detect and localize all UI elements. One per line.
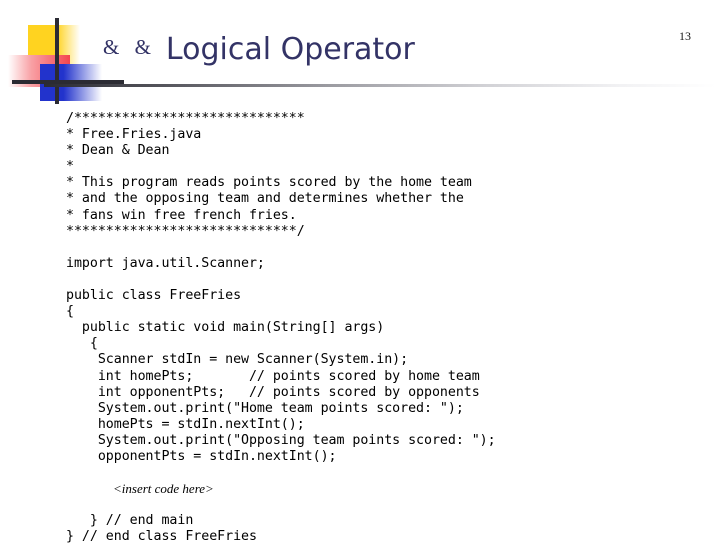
code-line: int opponentPts; // points scored by opp… xyxy=(66,384,480,400)
code-line: Scanner stdIn = new Scanner(System.in); xyxy=(66,352,409,368)
code-line: import java.util.Scanner; xyxy=(66,255,265,271)
code-line: int homePts; // points scored by home te… xyxy=(66,368,480,384)
title-ampersand-prefix: & & xyxy=(103,35,156,59)
insert-code-placeholder: <insert code here> xyxy=(113,481,214,497)
title-label: Logical Operator xyxy=(165,32,415,67)
page-number: 13 xyxy=(679,29,691,43)
code-line: { xyxy=(66,304,74,320)
code-line: public static void main(String[] args) xyxy=(66,320,385,336)
code-line: * Dean & Dean xyxy=(66,143,170,159)
code-line: * fans win free french fries. xyxy=(66,207,297,223)
code-line: * and the opposing team and determines w… xyxy=(66,191,464,207)
code-line: System.out.print("Opposing team points s… xyxy=(66,432,496,448)
code-line: homePts = stdIn.nextInt(); xyxy=(66,416,305,432)
code-line: /***************************** xyxy=(66,111,305,126)
slide-header: & & Logical Operator 13 xyxy=(0,0,720,104)
code-line: { xyxy=(66,336,98,352)
code-line: System.out.print("Home team points score… xyxy=(66,400,464,416)
code-line: } // end class FreeFries xyxy=(66,529,257,545)
code-line: *****************************/ xyxy=(66,223,305,239)
code-line: * This program reads points scored by th… xyxy=(66,175,472,191)
code-line: * Free.Fries.java xyxy=(66,127,202,143)
code-line: * xyxy=(66,159,74,175)
code-line: opponentPts = stdIn.nextInt(); xyxy=(66,448,337,464)
header-divider xyxy=(44,84,716,87)
code-line: public class FreeFries xyxy=(66,288,242,304)
logo-vertical-bar xyxy=(55,18,59,104)
page-title: & & Logical Operator xyxy=(103,32,415,82)
code-listing: /***************************** * Free.Fri… xyxy=(66,111,686,546)
code-line: } // end main xyxy=(66,513,194,529)
